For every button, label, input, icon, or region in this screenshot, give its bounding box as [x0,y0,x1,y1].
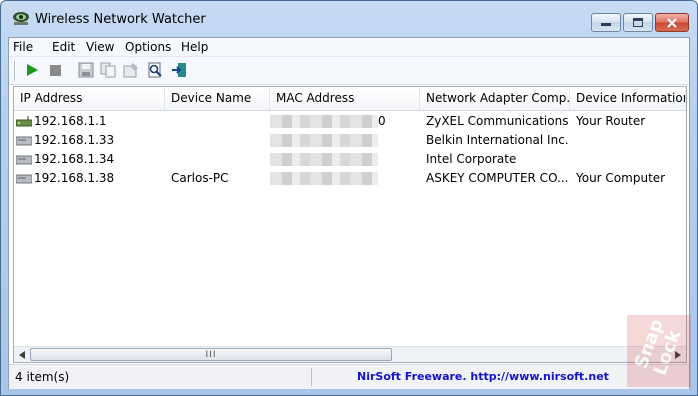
mac-address-redacted [270,115,378,128]
maximize-button[interactable] [623,13,653,32]
copy-button[interactable] [99,61,117,79]
menu-bar: File Edit View Options Help [9,38,689,57]
app-eye-icon [13,12,29,25]
properties-icon [123,63,138,78]
device-list[interactable]: IP Address Device Name MAC Address Netwo… [13,86,687,363]
column-ip-address[interactable]: IP Address [14,87,165,110]
device-info-cell: Your Router [576,114,646,128]
router-icon [16,116,32,127]
minimize-icon [601,22,611,26]
menu-help[interactable]: Help [181,40,208,54]
menu-view[interactable]: View [86,40,114,54]
adapter-company-cell: ASKEY COMPUTER CO... [426,171,568,185]
adapter-company-cell: Belkin International Inc. [426,133,568,147]
find-button[interactable] [146,61,164,79]
find-icon [148,62,162,78]
client-area: File Edit View Options Help IP Address D… [8,37,690,389]
exit-icon [172,63,186,77]
menu-edit[interactable]: Edit [52,40,75,54]
app-window: Wireless Network Watcher File Edit View … [0,0,698,396]
save-button[interactable] [77,61,95,79]
scroll-left-button[interactable] [14,347,30,362]
menu-file[interactable]: File [13,40,33,54]
scrollbar-thumb[interactable]: III [30,348,392,361]
menu-options[interactable]: Options [125,40,171,54]
adapter-company-cell: ZyXEL Communications... [426,114,568,128]
start-button[interactable] [23,61,41,79]
column-device-information[interactable]: Device Information [570,87,686,110]
device-info-cell: Your Computer [576,171,666,185]
list-header: IP Address Device Name MAC Address Netwo… [14,87,686,111]
computer-icon [16,174,32,184]
nirsoft-link[interactable]: NirSoft Freeware. http://www.nirsoft.net [357,370,609,383]
exit-button[interactable] [170,61,188,79]
title-bar[interactable]: Wireless Network Watcher [1,1,697,37]
adapter-company-cell: Intel Corporate [426,152,517,166]
stop-button[interactable] [46,61,64,79]
column-mac-address[interactable]: MAC Address [270,87,420,110]
ip-address-cell: 192.168.1.34 [34,152,115,166]
window-title: Wireless Network Watcher [35,12,206,27]
status-divider [311,368,312,386]
status-bar: 4 item(s) NirSoft Freeware. http://www.n… [9,364,689,389]
copy-icon [100,62,116,78]
table-row[interactable]: 192.168.1.34 Intel Corporate [14,150,686,169]
column-network-adapter-company[interactable]: Network Adapter Comp... [420,87,570,110]
toolbar [9,57,689,85]
mac-address-tail: 0 [378,114,386,128]
ip-address-cell: 192.168.1.38 [34,171,115,185]
mac-address-redacted [270,134,378,147]
stop-icon [49,64,61,76]
horizontal-scrollbar[interactable]: III [14,346,686,362]
item-count: 4 item(s) [15,370,70,384]
ip-address-cell: 192.168.1.1 [34,114,107,128]
scrollbar-grip: III [205,349,217,360]
device-name-cell: Carlos-PC [171,171,229,185]
column-device-name[interactable]: Device Name [165,87,270,110]
close-button[interactable] [655,13,689,32]
table-row[interactable]: 192.168.1.33 Belkin International Inc. [14,131,686,150]
mac-address-redacted [270,172,378,185]
snaplock-watermark-logo: Snap Lock [627,315,691,387]
scroll-left-icon [19,351,25,359]
table-row[interactable]: 192.168.1.1 0 ZyXEL Communications... Yo… [14,112,686,131]
mac-address-redacted [270,153,378,166]
ip-address-cell: 192.168.1.33 [34,133,115,147]
minimize-button[interactable] [591,13,621,32]
properties-button[interactable] [122,61,140,79]
maximize-icon [633,18,643,27]
table-row[interactable]: 192.168.1.38 Carlos-PC ASKEY COMPUTER CO… [14,169,686,188]
computer-icon [16,136,32,146]
close-icon [667,17,677,28]
computer-icon [16,155,32,165]
play-icon [27,64,38,76]
toolbar-grip [14,61,16,81]
save-icon [78,62,94,78]
